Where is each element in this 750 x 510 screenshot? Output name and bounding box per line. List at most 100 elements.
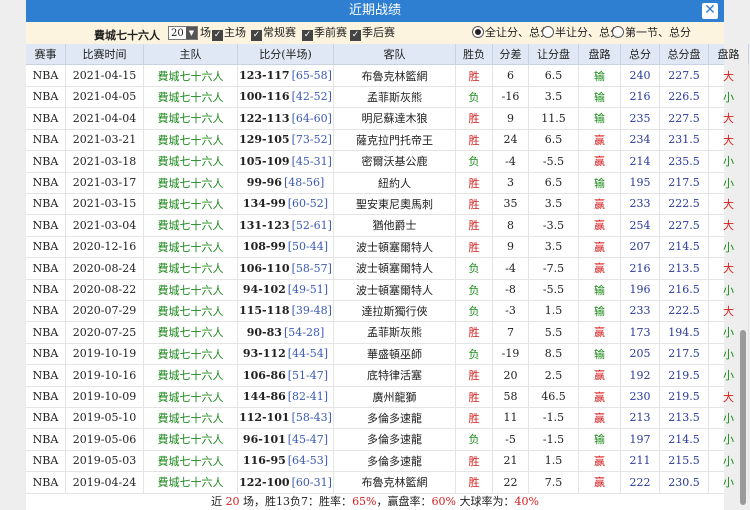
- total-cell: 205: [629, 347, 651, 361]
- away-team-cell[interactable]: 孟菲斯灰熊: [367, 324, 422, 340]
- home-team-cell[interactable]: 費城七十六人: [158, 89, 224, 105]
- league-cell: NBA: [32, 325, 59, 339]
- halftime-score: [49-51]: [287, 283, 329, 296]
- table-row: NBA 2020-08-22 費城七十六人 94-102 [49-51] 波士頓塞爾特人 负…: [26, 279, 749, 301]
- filter-preseason-checkbox[interactable]: ✓ 季前赛: [302, 26, 347, 41]
- away-team-cell[interactable]: 底特律活塞: [367, 367, 422, 383]
- table-row: NBA 2020-07-25 費城七十六人 90-83 [54-28] 孟菲斯灰熊 胜 7 5.…: [26, 321, 749, 344]
- home-team-cell[interactable]: 費城七十六人: [158, 474, 224, 490]
- margin-cell: 22: [503, 475, 518, 489]
- footer-match-count: 20: [225, 495, 240, 508]
- handicap-result-cell: 赢: [594, 155, 605, 169]
- result-cell: 胜: [468, 219, 480, 233]
- total-line-cell: 217.5: [668, 176, 700, 189]
- total-cell: 173: [629, 325, 651, 339]
- home-team-cell[interactable]: 費城七十六人: [158, 217, 224, 233]
- home-team-cell[interactable]: 費城七十六人: [158, 282, 224, 298]
- away-team-cell[interactable]: 聖安東尼奧馬刺: [356, 196, 433, 212]
- home-team-cell[interactable]: 費城七十六人: [158, 68, 224, 84]
- filter-playoff-checkbox[interactable]: ✓ 季后赛: [350, 26, 395, 41]
- away-team-cell[interactable]: 華盛頓巫師: [367, 346, 422, 362]
- away-team-cell[interactable]: 密爾沃基公鹿: [362, 153, 428, 169]
- away-team-cell[interactable]: 多倫多速龍: [367, 410, 422, 426]
- date-cell: 2021-03-15: [72, 197, 137, 211]
- handicap-result-cell: 赢: [594, 411, 605, 425]
- handicap-result-cell: 赢: [594, 197, 605, 211]
- home-team-cell[interactable]: 費城七十六人: [158, 389, 224, 405]
- home-team-cell[interactable]: 費城七十六人: [158, 260, 224, 276]
- handicap-result-cell: 输: [594, 347, 605, 361]
- radio-empty-icon: [612, 26, 624, 38]
- handicap-cell: 7.5: [544, 475, 563, 489]
- filter-home-checkbox[interactable]: ✓ 主场: [212, 26, 246, 41]
- filter-home-label: 主场: [224, 26, 246, 39]
- page-scrollbar[interactable]: [740, 330, 746, 505]
- total-line-cell: 231.5: [668, 133, 700, 147]
- total-cell: 235: [629, 111, 651, 125]
- halftime-score: [82-41]: [287, 390, 329, 403]
- away-team-cell[interactable]: 明尼蘇達木狼: [362, 110, 428, 126]
- away-team-cell[interactable]: 孟菲斯灰熊: [367, 89, 422, 105]
- table-row: NBA 2021-03-15 費城七十六人 134-99 [60-52] 聖安東尼奧馬刺 胜…: [26, 193, 749, 216]
- margin-cell: 21: [503, 454, 518, 468]
- home-team-cell[interactable]: 費城七十六人: [158, 367, 224, 383]
- away-team-cell[interactable]: 布魯克林籃網: [362, 68, 428, 84]
- margin-cell: -8: [505, 283, 516, 296]
- home-team-cell[interactable]: 費城七十六人: [158, 431, 224, 447]
- filter-regular-checkbox[interactable]: ✓ 常规赛: [251, 26, 296, 41]
- away-team-cell[interactable]: 波士頓塞爾特人: [356, 260, 433, 276]
- halftime-score: [58-57]: [291, 261, 332, 275]
- home-team-cell[interactable]: 費城七十六人: [158, 324, 224, 340]
- away-team-cell[interactable]: 多倫多速龍: [367, 453, 422, 469]
- handicap-cell: 3.5: [544, 240, 563, 254]
- radio-quarter-label: 第一节、总分: [625, 26, 691, 39]
- over-under-cell: 大: [723, 304, 734, 318]
- date-cell: 2020-08-24: [72, 261, 137, 275]
- over-under-cell: 小: [723, 411, 734, 425]
- home-team-cell[interactable]: 費城七十六人: [158, 303, 224, 319]
- close-icon[interactable]: ✕: [702, 3, 718, 19]
- margin-cell: 20: [503, 368, 518, 382]
- away-team-cell[interactable]: 紐約人: [378, 175, 411, 191]
- handicap-result-cell: 输: [594, 90, 605, 104]
- away-team-cell[interactable]: 布魯克林籃網: [362, 474, 428, 490]
- radio-full-handicap[interactable]: 全让分、总分: [472, 26, 551, 40]
- total-cell: 254: [629, 218, 651, 232]
- away-team-cell[interactable]: 波士頓塞爾特人: [356, 239, 433, 255]
- result-cell: 胜: [468, 390, 480, 404]
- home-team-cell[interactable]: 費城七十六人: [158, 153, 224, 169]
- chevron-down-icon: ▼: [186, 27, 197, 39]
- margin-cell: -3: [505, 304, 516, 318]
- home-team-cell[interactable]: 費城七十六人: [158, 239, 224, 255]
- filter-team-name: 費城七十六人: [94, 29, 160, 42]
- date-cell: 2019-04-24: [72, 475, 137, 489]
- result-cell: 胜: [468, 69, 480, 83]
- away-team-cell[interactable]: 薩克拉門托帝王: [356, 132, 433, 148]
- total-line-cell: 222.5: [668, 304, 700, 318]
- away-team-cell[interactable]: 波士頓塞爾特人: [356, 282, 433, 298]
- total-line-cell: 213.5: [668, 411, 700, 425]
- home-team-cell[interactable]: 費城七十六人: [158, 132, 224, 148]
- away-team-cell[interactable]: 達拉斯獨行俠: [362, 303, 428, 319]
- league-cell: NBA: [32, 176, 59, 189]
- away-team-cell[interactable]: 廣州龍獅: [373, 389, 417, 405]
- match-count-select[interactable]: 20 ▼: [168, 26, 198, 40]
- handicap-cell: 6.5: [544, 176, 563, 189]
- halftime-score: [48-56]: [283, 176, 325, 189]
- home-team-cell[interactable]: 費城七十六人: [158, 175, 224, 191]
- home-team-cell[interactable]: 費城七十六人: [158, 453, 224, 469]
- column-header-handicap: 让分盘: [529, 44, 579, 64]
- footer-win-rate: 65%: [352, 495, 377, 508]
- away-team-cell[interactable]: 多倫多速龍: [367, 431, 422, 447]
- total-line-cell: 216.5: [668, 283, 700, 296]
- result-cell: 负: [468, 155, 480, 169]
- home-team-cell[interactable]: 費城七十六人: [158, 110, 224, 126]
- home-team-cell[interactable]: 費城七十六人: [158, 346, 224, 362]
- radio-first-quarter[interactable]: 第一节、总分: [612, 26, 691, 40]
- home-team-cell[interactable]: 費城七十六人: [158, 410, 224, 426]
- radio-half-handicap[interactable]: 半让分、总分: [542, 26, 621, 40]
- away-team-cell[interactable]: 猶他爵士: [373, 217, 417, 233]
- column-header-league: 赛事: [26, 44, 66, 64]
- handicap-cell: -1.5: [542, 411, 565, 425]
- home-team-cell[interactable]: 費城七十六人: [158, 196, 224, 212]
